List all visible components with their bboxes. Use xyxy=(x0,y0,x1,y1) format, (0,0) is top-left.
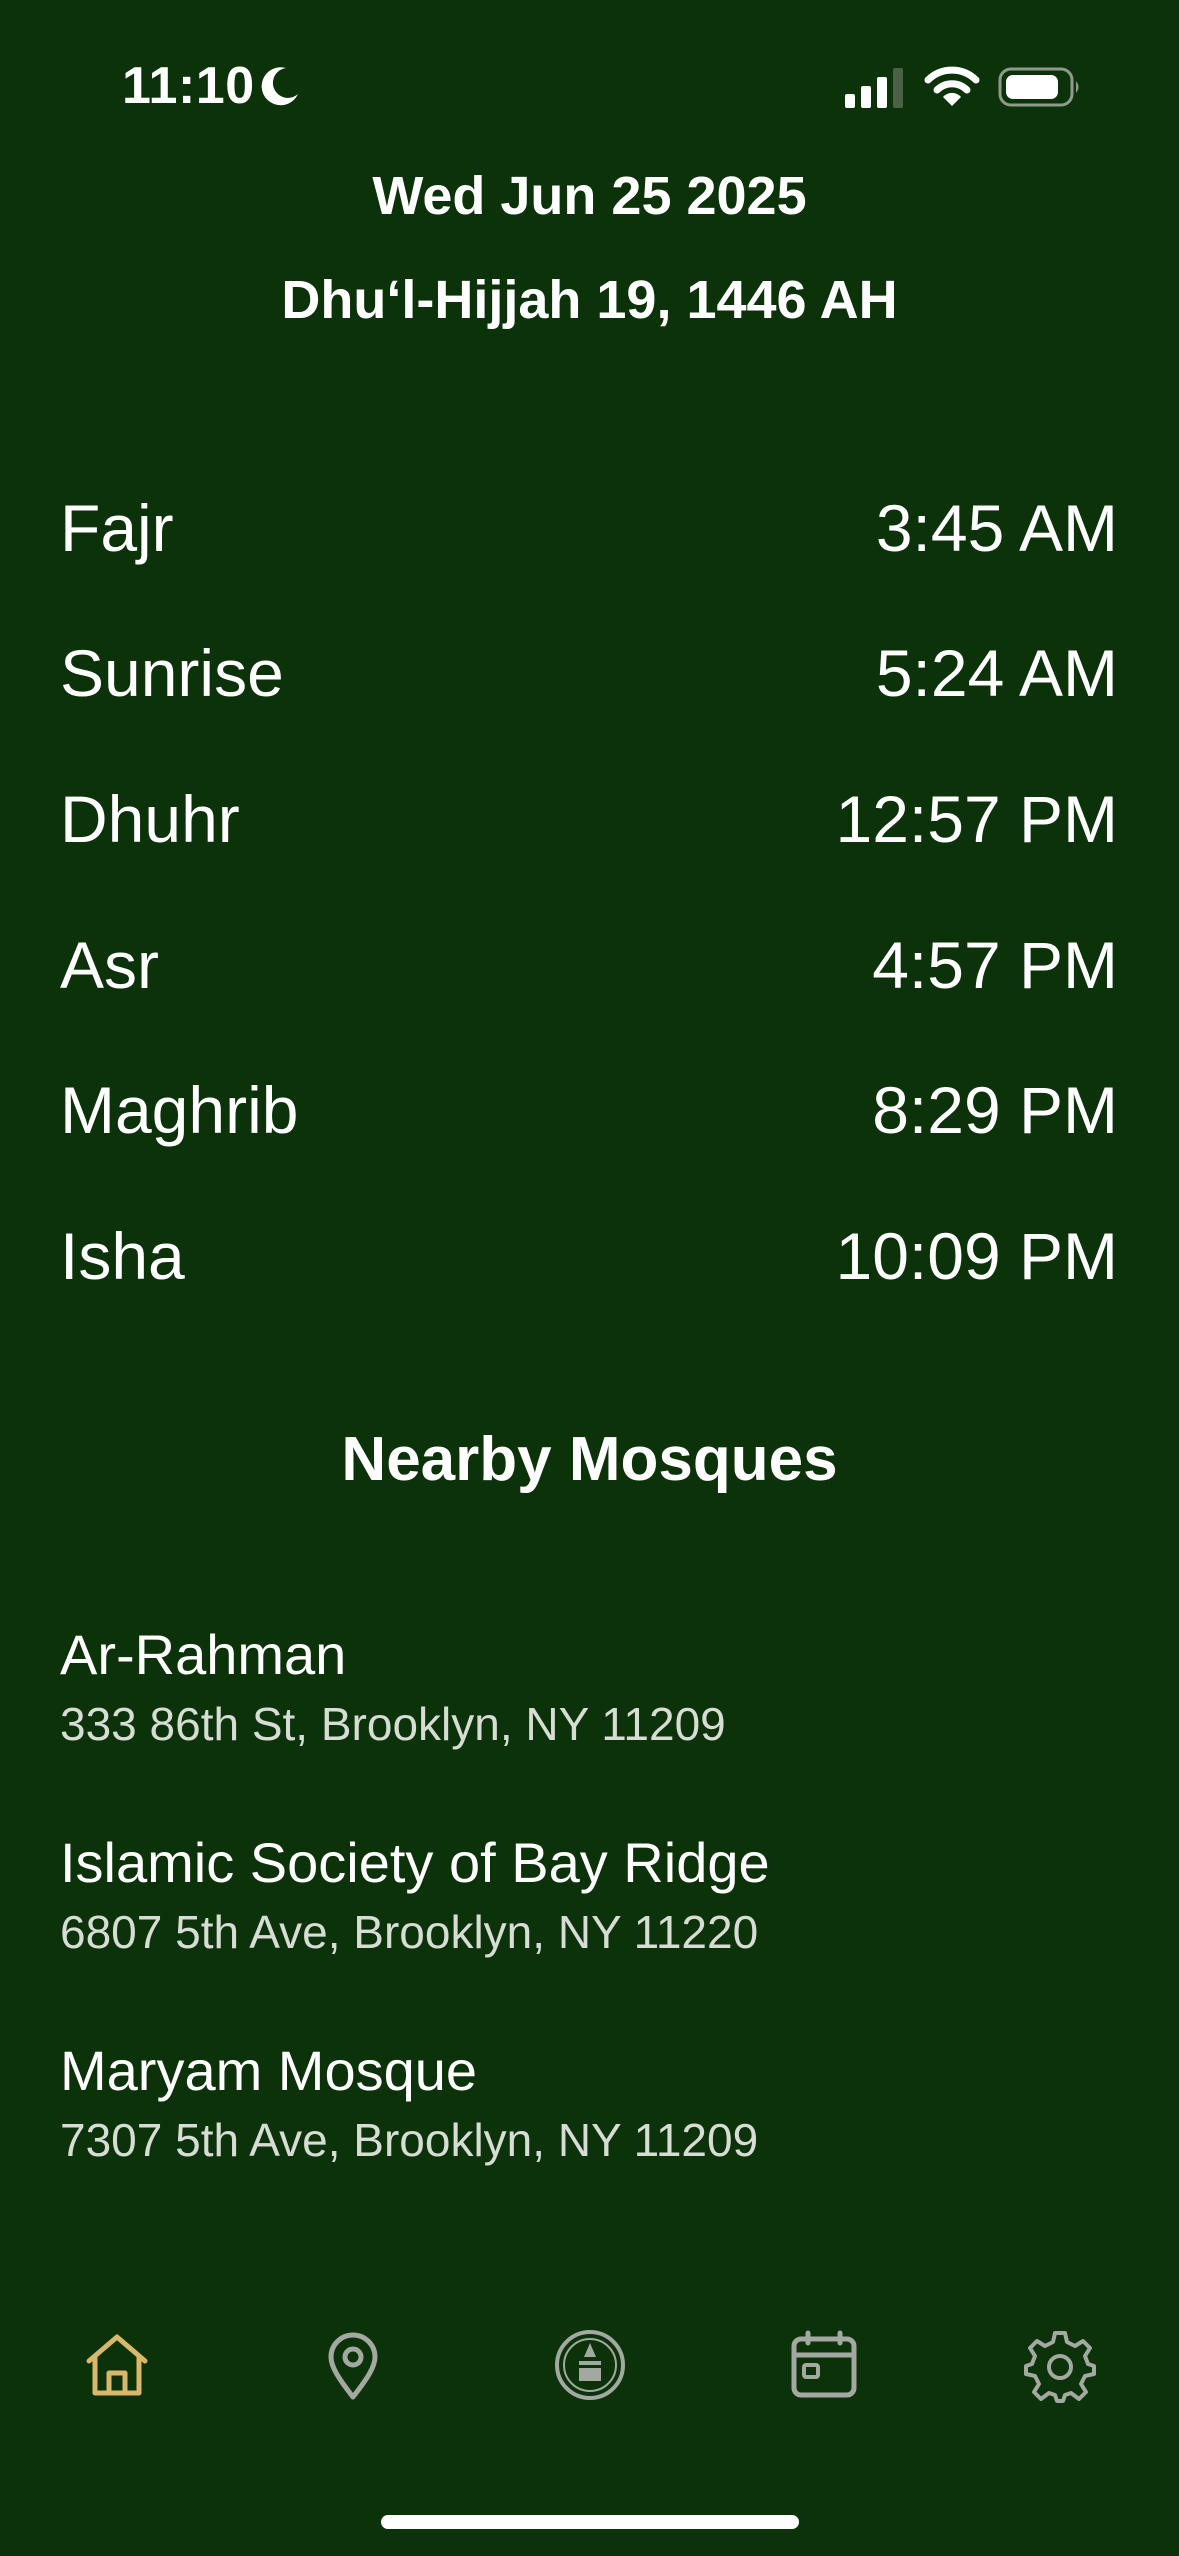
mosque-address: 7307 5th Ave, Brooklyn, NY 11209 xyxy=(60,2114,759,2166)
prayer-row-asr: Asr 4:57 PM xyxy=(60,892,1118,1038)
mosque-item[interactable]: Islamic Society of Bay Ridge 6807 5th Av… xyxy=(60,1828,1118,2036)
prayer-time: 10:09 PM xyxy=(835,1218,1119,1293)
wifi-icon xyxy=(924,66,980,106)
mosque-item[interactable]: Maryam Mosque 7307 5th Ave, Brooklyn, NY… xyxy=(60,2036,1118,2244)
mosque-list: Ar-Rahman 333 86th St, Brooklyn, NY 1120… xyxy=(60,1620,1118,2244)
prayer-name: Asr xyxy=(60,927,159,1002)
calendar-icon xyxy=(791,2330,857,2398)
prayer-time: 4:57 PM xyxy=(872,927,1118,1002)
home-icon xyxy=(86,2334,148,2396)
mosque-address: 333 86th St, Brooklyn, NY 11209 xyxy=(60,1698,726,1750)
prayer-row-maghrib: Maghrib 8:29 PM xyxy=(60,1037,1118,1183)
prayer-name: Sunrise xyxy=(60,636,284,711)
gear-icon xyxy=(1024,2331,1096,2403)
prayer-row-sunrise: Sunrise 5:24 AM xyxy=(60,601,1118,747)
prayer-time: 5:24 AM xyxy=(875,636,1118,711)
prayer-time: 3:45 AM xyxy=(875,490,1118,565)
prayer-name: Isha xyxy=(60,1218,185,1293)
status-bar: 11:10 xyxy=(0,0,1179,175)
mosque-name: Maryam Mosque xyxy=(60,2039,478,2102)
gregorian-date: Wed Jun 25 2025 xyxy=(372,166,807,226)
prayer-row-fajr: Fajr 3:45 AM xyxy=(60,455,1118,601)
tab-qibla[interactable] xyxy=(535,2310,645,2420)
prayer-time: 12:57 PM xyxy=(835,781,1119,856)
prayer-row-isha: Isha 10:09 PM xyxy=(60,1183,1118,1329)
mosque-address: 6807 5th Ave, Brooklyn, NY 11220 xyxy=(60,1906,759,1958)
prayer-name: Maghrib xyxy=(60,1073,299,1148)
tab-bar xyxy=(0,2310,1179,2420)
tab-calendar[interactable] xyxy=(769,2310,879,2420)
tab-location[interactable] xyxy=(298,2310,408,2420)
battery-icon xyxy=(998,67,1079,107)
tab-home[interactable] xyxy=(62,2310,172,2420)
mosque-item[interactable]: Ar-Rahman 333 86th St, Brooklyn, NY 1120… xyxy=(60,1620,1118,1828)
map-pin-icon xyxy=(328,2332,378,2400)
hijri-date: Dhuʻl-Hijjah 19, 1446 AH xyxy=(281,270,898,330)
nearby-mosques-title: Nearby Mosques xyxy=(341,1425,838,1494)
prayer-name: Fajr xyxy=(60,490,174,565)
tab-settings[interactable] xyxy=(1005,2310,1115,2420)
cellular-signal-icon xyxy=(845,68,903,108)
status-time: 11:10 xyxy=(122,57,255,115)
mosque-name: Islamic Society of Bay Ridge xyxy=(60,1831,770,1894)
prayer-name: Dhuhr xyxy=(60,781,240,856)
mosque-name: Ar-Rahman xyxy=(60,1623,347,1686)
qibla-compass-icon xyxy=(555,2330,625,2400)
prayer-row-dhuhr: Dhuhr 12:57 PM xyxy=(60,746,1118,892)
home-indicator[interactable] xyxy=(381,2515,799,2529)
moon-icon xyxy=(261,67,298,106)
prayer-times-list: Fajr 3:45 AM Sunrise 5:24 AM Dhuhr 12:57… xyxy=(60,455,1118,1329)
prayer-time: 8:29 PM xyxy=(872,1073,1118,1148)
